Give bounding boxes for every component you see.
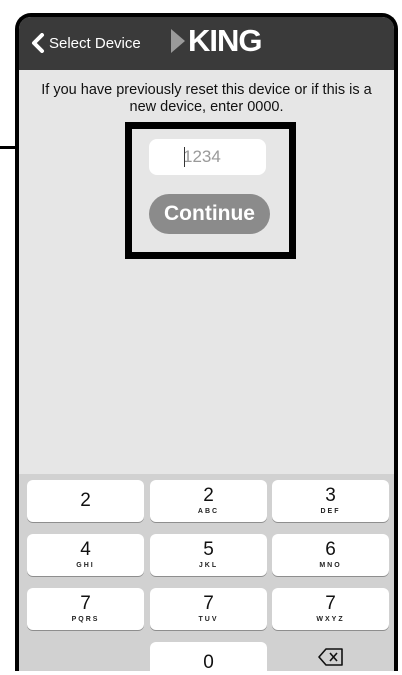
key-digit: 6 — [325, 539, 336, 560]
key-digit: 5 — [203, 539, 214, 560]
keypad-key[interactable]: 5 JKL — [150, 534, 267, 576]
numeric-keypad: 2 2 ABC 3 DEF 4 GHI 5 JKL 6 MNO 7 PQRS 7 TUV 7 WXYZ 0 — [19, 474, 394, 671]
keypad-key[interactable]: 4 GHI — [27, 534, 144, 576]
continue-button[interactable]: Continue — [149, 194, 270, 234]
key-digit: 2 — [80, 490, 91, 511]
keypad-key[interactable]: 6 MNO — [272, 534, 389, 576]
back-button[interactable]: Select Device — [31, 33, 141, 53]
key-letters: ABC — [197, 508, 220, 515]
nav-bar: Select Device KING — [19, 17, 394, 70]
keypad-key[interactable]: 2 — [27, 480, 144, 522]
brand-logo: KING — [171, 25, 262, 56]
key-letters: TUV — [198, 616, 219, 623]
delete-key[interactable] — [272, 636, 389, 671]
phone-screen: Select Device KING If you have previousl… — [15, 13, 398, 671]
keypad-key[interactable]: 7 TUV — [150, 588, 267, 630]
pin-input[interactable] — [149, 139, 266, 175]
back-label: Select Device — [49, 34, 141, 52]
key-digit: 4 — [80, 539, 91, 560]
key-letters: GHI — [76, 562, 95, 569]
keypad-key[interactable]: 0 — [150, 642, 267, 671]
text-cursor — [184, 147, 185, 167]
key-digit: 7 — [325, 593, 336, 614]
key-letters: JKL — [198, 562, 219, 569]
logo-triangle-icon — [171, 28, 185, 53]
key-digit: 7 — [203, 593, 214, 614]
brand-name: KING — [188, 23, 262, 58]
key-digit: 7 — [80, 593, 91, 614]
key-digit: 3 — [325, 485, 336, 506]
key-digit: 0 — [203, 652, 214, 672]
backspace-icon — [317, 648, 343, 666]
key-letters: WXYZ — [316, 616, 345, 623]
key-digit: 2 — [203, 485, 214, 506]
keypad-key[interactable]: 7 PQRS — [27, 588, 144, 630]
keypad-key[interactable]: 3 DEF — [272, 480, 389, 522]
keypad-key[interactable]: 2 ABC — [150, 480, 267, 522]
keypad-key[interactable]: 7 WXYZ — [272, 588, 389, 630]
key-letters: DEF — [320, 508, 341, 515]
key-letters: MNO — [319, 562, 342, 569]
chevron-left-icon — [32, 33, 44, 53]
key-letters: PQRS — [71, 616, 100, 623]
instructions-text: If you have previously reset this device… — [41, 82, 372, 115]
